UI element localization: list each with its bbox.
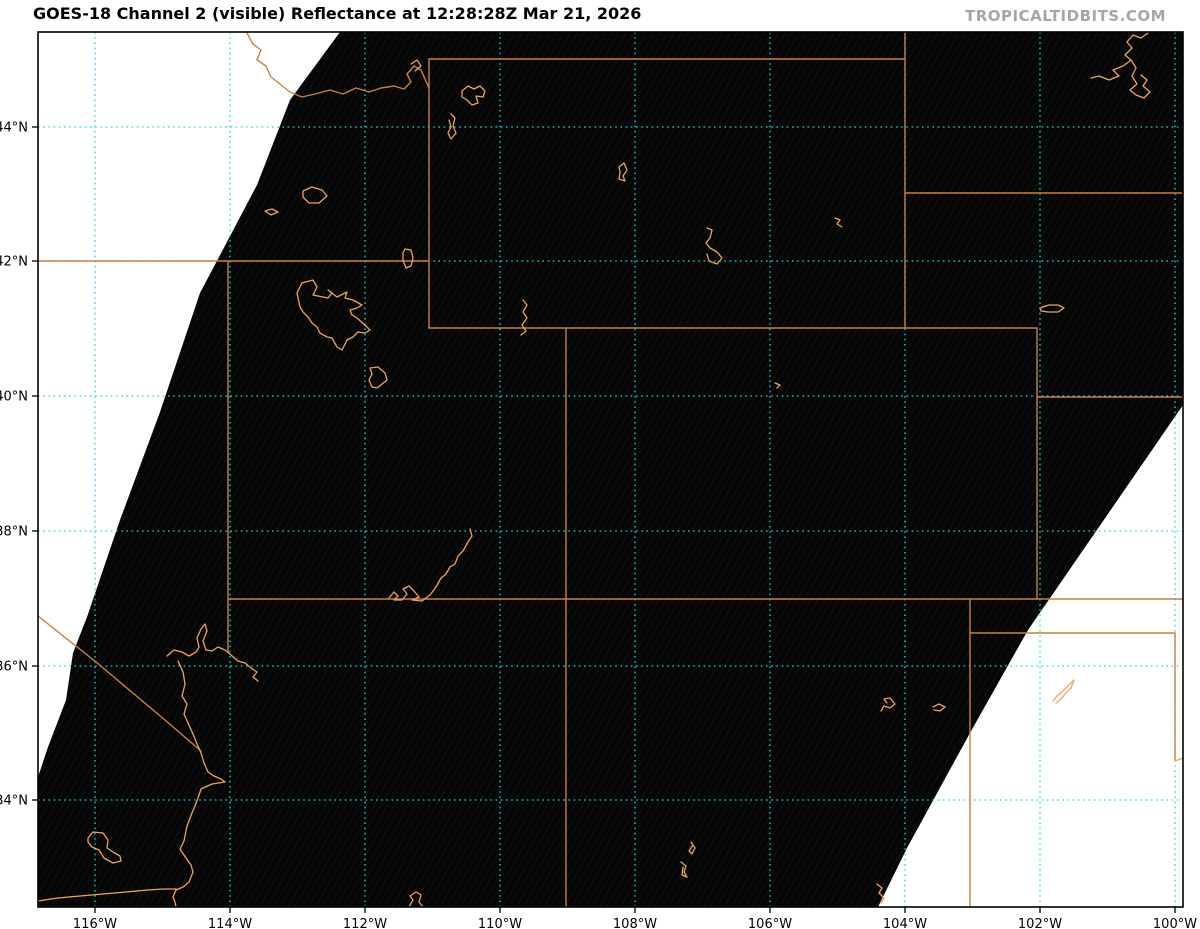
y-tick-label: 42°N [0, 255, 28, 270]
x-tick-label: 106°W [748, 917, 792, 929]
water-red-river-stub [1174, 757, 1184, 762]
x-tick-label: 116°W [73, 917, 117, 929]
y-tick-label: 44°N [0, 121, 28, 136]
y-tick-label: 36°N [0, 660, 28, 675]
satellite-figure: GOES-18 Channel 2 (visible) Reflectance … [0, 0, 1200, 929]
y-tick-label: 38°N [0, 525, 28, 540]
x-tick-label: 112°W [343, 917, 387, 929]
x-tick-label: 108°W [613, 917, 657, 929]
y-tick-label: 40°N [0, 390, 28, 405]
x-tick-label: 102°W [1018, 917, 1062, 929]
y-tick-label: 34°N [0, 794, 28, 809]
x-tick-label: 114°W [208, 917, 252, 929]
water-canadian-river-meredith [1052, 679, 1075, 704]
scan-swath [38, 32, 1183, 907]
satellite-map: 116°W 114°W 112°W 110°W 108°W 106°W 104°W 102°W… [0, 31, 1197, 929]
x-tick-label: 100°W [1153, 917, 1197, 929]
x-tick-label: 110°W [478, 917, 522, 929]
x-tick-label: 104°W [883, 917, 927, 929]
